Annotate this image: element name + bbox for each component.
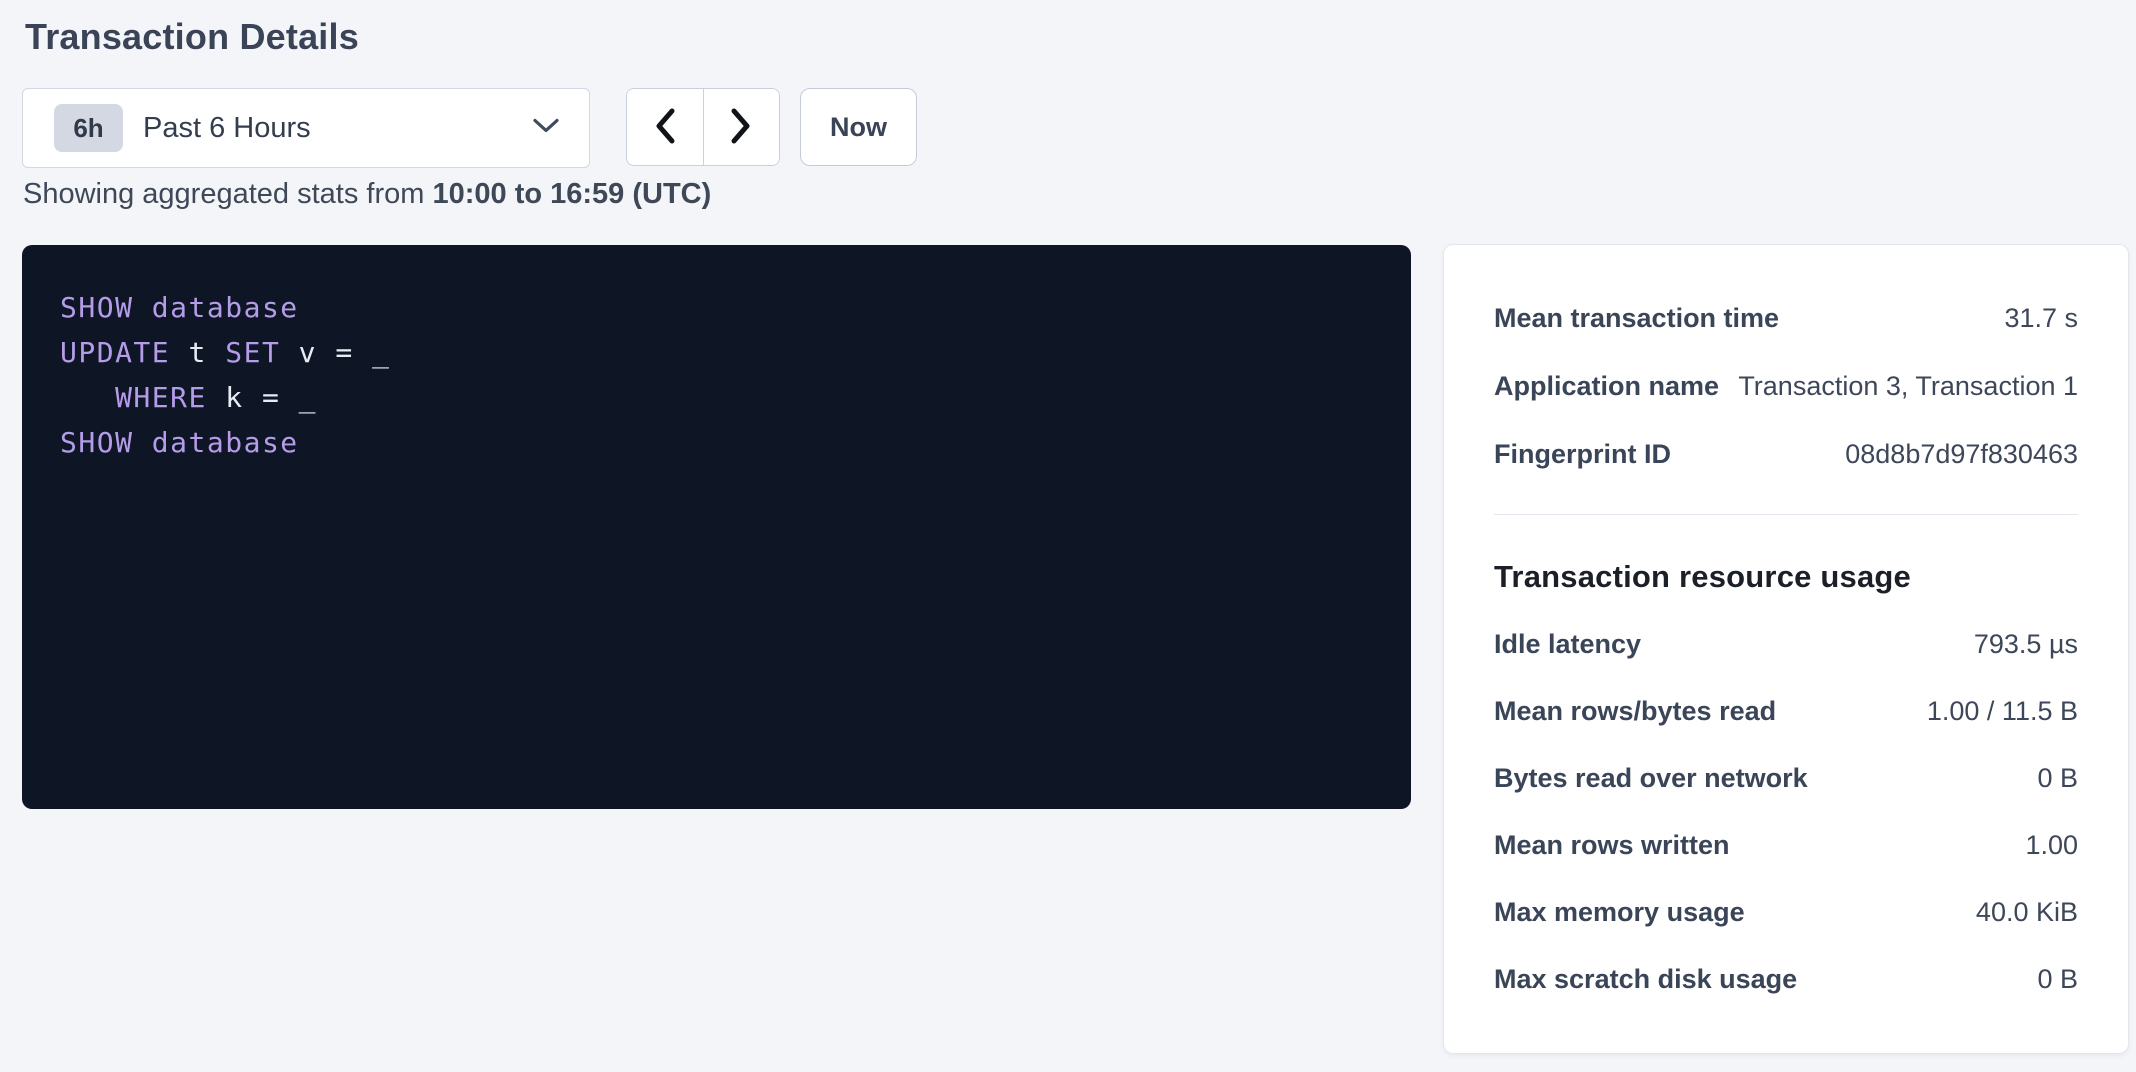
summary-row-value: Transaction 3, Transaction 1 (1738, 371, 2078, 402)
caption-time-range: 10:00 to 16:59 (UTC) (432, 178, 711, 210)
summary-row: Idle latency 793.5 µs (1494, 611, 2078, 678)
summary-row-label: Max scratch disk usage (1494, 964, 1797, 995)
sql-token-plain: k = _ (207, 381, 317, 414)
aggregated-stats-caption: Showing aggregated stats from 10:00 to 1… (23, 178, 711, 211)
sql-token-keyword: database (152, 426, 299, 459)
summary-row: Mean rows written 1.00 (1494, 812, 2078, 879)
summary-row: Mean rows/bytes read 1.00 / 11.5 B (1494, 678, 2078, 745)
summary-row: Max memory usage 40.0 KiB (1494, 879, 2078, 946)
caption-prefix: Showing aggregated stats from (23, 178, 432, 210)
sql-token-keyword: SHOW (60, 426, 133, 459)
time-range-badge: 6h (54, 104, 123, 152)
summary-row: Application name Transaction 3, Transacti… (1494, 352, 2078, 420)
summary-row-value: 793.5 µs (1974, 629, 2078, 660)
summary-row-label: Idle latency (1494, 629, 1641, 660)
sql-token-plain: v = _ (280, 336, 390, 369)
page-title: Transaction Details (25, 16, 359, 58)
summary-row: Max scratch disk usage 0 B (1494, 946, 2078, 1013)
time-range-dropdown[interactable]: 6h Past 6 Hours (22, 88, 590, 168)
summary-row-value: 0 B (2037, 964, 2078, 995)
time-range-label: Past 6 Hours (143, 112, 311, 145)
summary-row-value: 1.00 / 11.5 B (1927, 696, 2078, 727)
summary-row-label: Application name (1494, 371, 1719, 402)
summary-row: Mean transaction time 31.7 s (1494, 284, 2078, 352)
summary-row-label: Max memory usage (1494, 897, 1745, 928)
resource-usage-heading: Transaction resource usage (1494, 557, 2078, 597)
summary-row: Fingerprint ID 08d8b7d97f830463 (1494, 420, 2078, 488)
sql-token-plain (133, 426, 151, 459)
sql-fingerprint-box: SHOW database UPDATE t SET v = _ WHERE k… (22, 245, 1411, 809)
sql-token-plain: t (170, 336, 225, 369)
transaction-details-page: { "header": { "title": "Transaction Deta… (0, 0, 2136, 1072)
summary-row-value: 31.7 s (2004, 303, 2078, 334)
time-range-nav (626, 88, 780, 166)
sql-token-keyword: UPDATE (60, 336, 170, 369)
summary-row-label: Bytes read over network (1494, 763, 1808, 794)
overview-rows: Mean transaction time 31.7 s Application n… (1494, 284, 2078, 488)
sql-token-keyword: WHERE (115, 381, 207, 414)
next-range-button[interactable] (703, 89, 780, 165)
sql-statement-text: SHOW database UPDATE t SET v = _ WHERE k… (60, 285, 1373, 465)
now-button[interactable]: Now (800, 88, 917, 166)
summary-row-label: Mean rows/bytes read (1494, 696, 1776, 727)
summary-row-value: 40.0 KiB (1976, 897, 2078, 928)
summary-row: Bytes read over network 0 B (1494, 745, 2078, 812)
sql-token-keyword: SHOW (60, 291, 133, 324)
sql-token-plain (60, 381, 115, 414)
chevron-right-icon (730, 108, 752, 147)
transaction-summary-card: Mean transaction time 31.7 s Application n… (1443, 244, 2129, 1054)
resource-rows: Idle latency 793.5 µs Mean rows/bytes read… (1494, 611, 2078, 1013)
sql-token-plain (133, 291, 151, 324)
summary-row-value: 0 B (2037, 763, 2078, 794)
sql-token-keyword: SET (225, 336, 280, 369)
summary-row-label: Mean rows written (1494, 830, 1730, 861)
summary-row-value: 1.00 (2025, 830, 2078, 861)
card-divider (1494, 514, 2078, 515)
summary-row-label: Fingerprint ID (1494, 439, 1671, 470)
chevron-down-icon (533, 118, 559, 139)
summary-row-value: 08d8b7d97f830463 (1845, 439, 2078, 470)
sql-token-keyword: database (152, 291, 299, 324)
previous-range-button[interactable] (627, 89, 703, 165)
chevron-left-icon (654, 108, 676, 147)
summary-row-label: Mean transaction time (1494, 303, 1779, 334)
